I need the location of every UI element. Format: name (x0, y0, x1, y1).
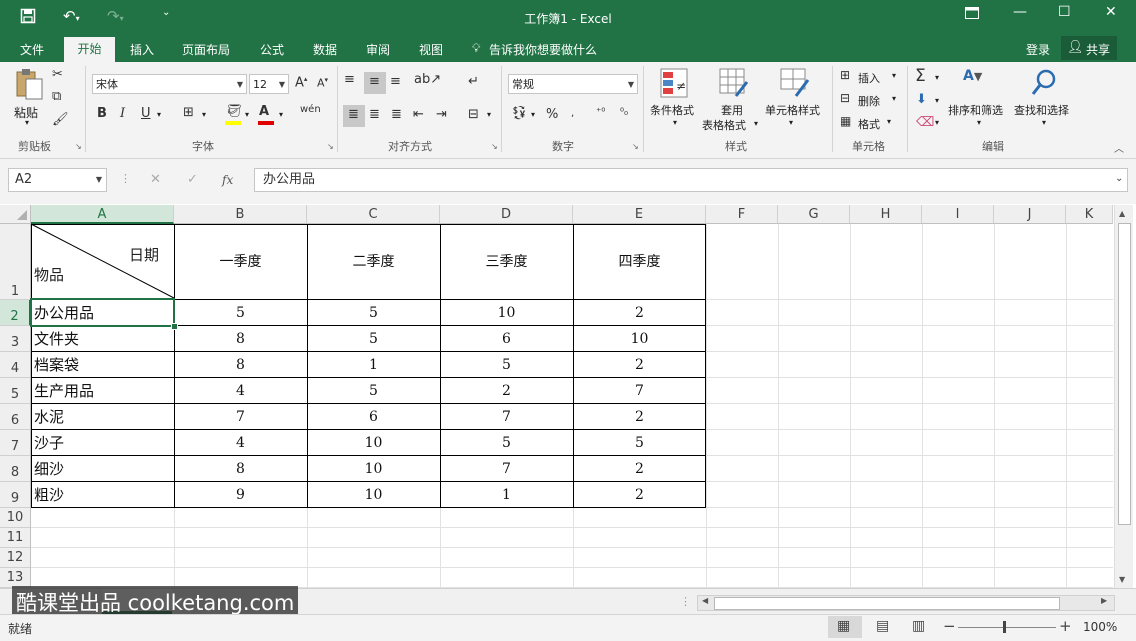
cell-value[interactable]: 4 (174, 430, 307, 456)
active-cell-selection (30, 298, 175, 327)
cell-value[interactable]: 6 (307, 404, 440, 430)
cell-item[interactable]: 沙子 (31, 430, 174, 456)
horizontal-scrollbar[interactable]: ◀ ▶ (697, 595, 1115, 611)
cell-value[interactable]: 6 (440, 326, 573, 352)
cell-value[interactable]: 5 (307, 378, 440, 404)
zoom-level[interactable]: 100% (1083, 620, 1117, 634)
cell-value[interactable]: 8 (174, 456, 307, 482)
cell-value[interactable]: 10 (307, 430, 440, 456)
cell-value[interactable]: 2 (573, 456, 706, 482)
cell-value[interactable]: 10 (573, 326, 706, 352)
zoom-out-icon[interactable]: − (943, 617, 956, 635)
cell-value[interactable]: 1 (307, 352, 440, 378)
cell-value[interactable]: 5 (573, 430, 706, 456)
cell-value[interactable]: 1 (440, 482, 573, 508)
cell-value[interactable]: 2 (573, 482, 706, 508)
cell-value[interactable]: 5 (440, 430, 573, 456)
scroll-right-icon[interactable]: ▶ (1101, 596, 1107, 605)
fill-handle[interactable] (171, 323, 178, 330)
cell-value[interactable]: 2 (573, 352, 706, 378)
cell-value[interactable]: 7 (573, 378, 706, 404)
header-q4[interactable]: 四季度 (573, 224, 706, 300)
cell-value[interactable]: 5 (174, 300, 307, 326)
status-ready: 就绪 (8, 622, 33, 636)
scroll-up-icon[interactable]: ▲ (1119, 209, 1125, 218)
cell-value[interactable]: 4 (174, 378, 307, 404)
cell-value[interactable]: 2 (440, 378, 573, 404)
page-layout-view-icon[interactable]: ▤ (876, 618, 889, 634)
vertical-scrollbar[interactable]: ▲ ▼ (1114, 205, 1133, 588)
header-cell-item: 物品 (34, 266, 65, 284)
page-break-view-icon[interactable]: ▥ (912, 618, 925, 634)
cell-item[interactable]: 档案袋 (31, 352, 174, 378)
cell-value[interactable]: 5 (307, 326, 440, 352)
cell-value[interactable]: 10 (307, 482, 440, 508)
cell-item[interactable]: 生产用品 (31, 378, 174, 404)
header-q1[interactable]: 一季度 (174, 224, 307, 300)
cell-value[interactable]: 5 (307, 300, 440, 326)
status-bar: 就绪 ▦ ▤ ▥ − + 100% (0, 614, 1136, 641)
scroll-down-icon[interactable]: ▼ (1119, 575, 1125, 584)
cell-value[interactable]: 5 (440, 352, 573, 378)
cell-value[interactable]: 7 (440, 456, 573, 482)
cell-value[interactable]: 10 (440, 300, 573, 326)
header-q2[interactable]: 二季度 (307, 224, 440, 300)
cell-value[interactable]: 7 (174, 404, 307, 430)
tab-split-icon[interactable]: ⋮ (680, 595, 691, 608)
cell-value[interactable]: 2 (573, 300, 706, 326)
normal-view-icon: ▦ (837, 618, 851, 634)
cell-item[interactable]: 粗沙 (31, 482, 174, 508)
cell-value[interactable]: 8 (174, 326, 307, 352)
cell-item[interactable]: 水泥 (31, 404, 174, 430)
cell-item[interactable]: 文件夹 (31, 326, 174, 352)
zoom-slider-thumb[interactable] (1003, 621, 1006, 633)
zoom-in-icon[interactable]: + (1059, 617, 1072, 635)
scroll-left-icon[interactable]: ◀ (702, 596, 708, 605)
horizontal-scroll-thumb[interactable] (714, 597, 1060, 610)
header-cell-date: 日期 (129, 246, 160, 264)
cell-value[interactable]: 8 (174, 352, 307, 378)
cell-item[interactable]: 细沙 (31, 456, 174, 482)
cell-value[interactable]: 9 (174, 482, 307, 508)
cell-value[interactable]: 2 (573, 404, 706, 430)
cell-value[interactable]: 10 (307, 456, 440, 482)
normal-view-button[interactable]: ▦ (828, 616, 862, 638)
vertical-scroll-thumb[interactable] (1118, 223, 1131, 525)
cell-value[interactable]: 7 (440, 404, 573, 430)
zoom-slider[interactable] (958, 627, 1056, 628)
header-q3[interactable]: 三季度 (440, 224, 573, 300)
